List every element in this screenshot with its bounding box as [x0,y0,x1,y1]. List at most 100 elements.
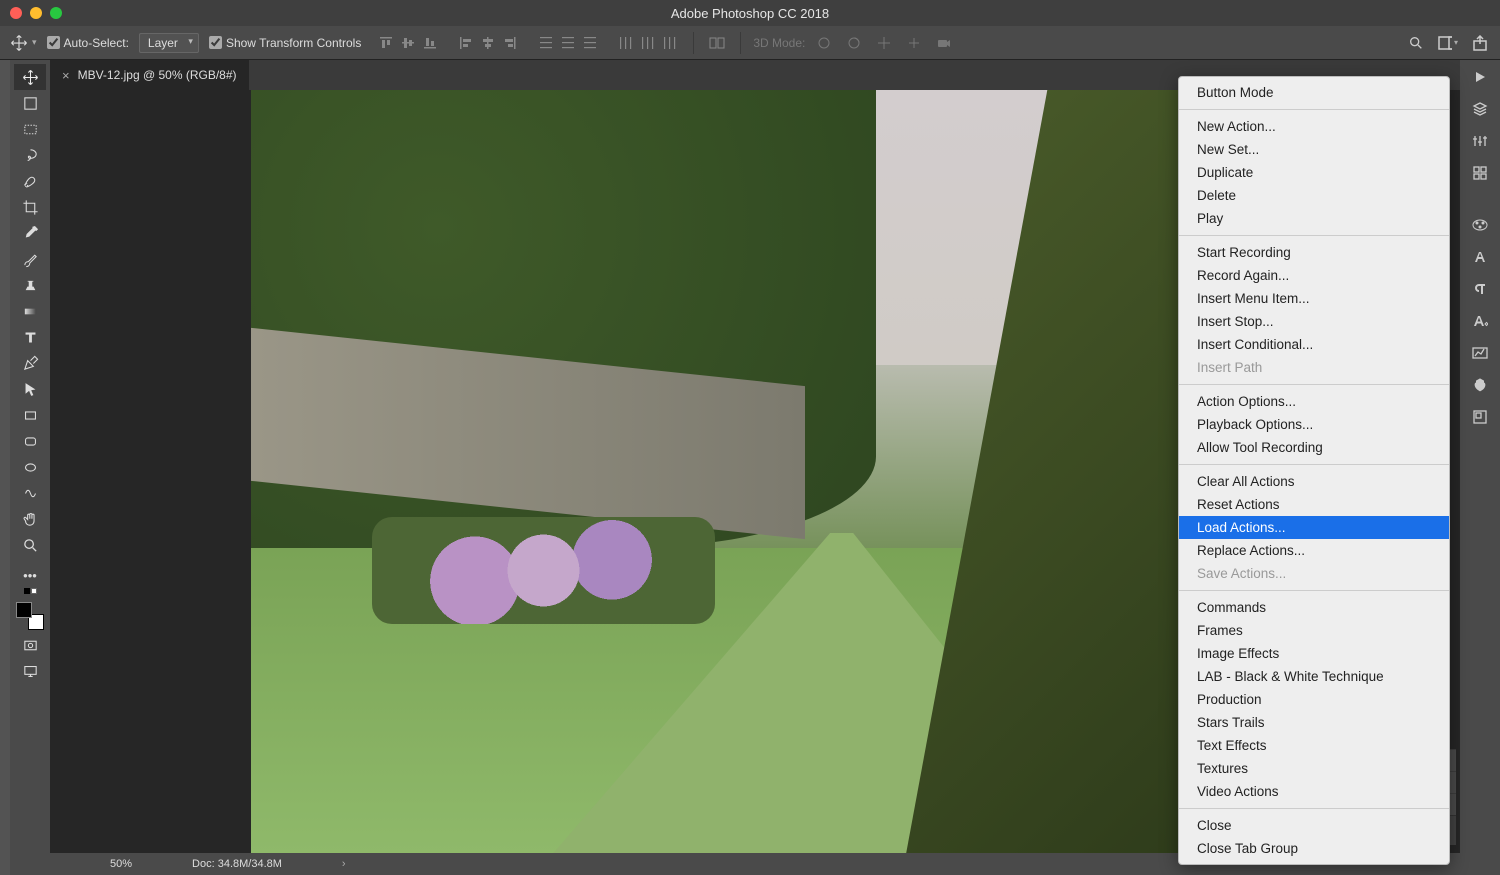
menu-item[interactable]: Insert Conditional... [1179,333,1449,356]
layers-panel-icon[interactable] [1469,98,1491,120]
menu-item[interactable]: Insert Menu Item... [1179,287,1449,310]
menu-item[interactable]: Replace Actions... [1179,539,1449,562]
custom-shape-tool[interactable] [14,480,46,506]
brush-tool[interactable] [14,246,46,272]
menu-item[interactable]: Allow Tool Recording [1179,436,1449,459]
menu-item[interactable]: Button Mode [1179,81,1449,104]
threeD-pan-icon[interactable] [873,32,895,54]
hand-tool[interactable] [14,506,46,532]
document-tab[interactable]: × MBV-12.jpg @ 50% (RGB/8#) [50,60,249,90]
align-bottom-icon[interactable] [419,32,441,54]
zoom-tool[interactable] [14,532,46,558]
rectangular-marquee-tool[interactable] [14,116,46,142]
menu-item[interactable]: Commands [1179,596,1449,619]
menu-item[interactable]: Load Actions... [1179,516,1449,539]
menu-item[interactable]: Production [1179,688,1449,711]
align-hcenter-icon[interactable] [477,32,499,54]
window-maximize-button[interactable] [50,7,62,19]
workspace-icon[interactable]: ▾ [1438,33,1458,53]
artboard-tool[interactable] [14,90,46,116]
distribute-right-icon[interactable] [659,32,681,54]
menu-item[interactable]: New Set... [1179,138,1449,161]
navigator-panel-icon[interactable] [1469,406,1491,428]
gradient-tool[interactable] [14,298,46,324]
distribute-top-icon[interactable] [535,32,557,54]
pen-tool[interactable] [14,350,46,376]
distribute-vcenter-icon[interactable] [557,32,579,54]
menu-item[interactable]: New Action... [1179,115,1449,138]
window-minimize-button[interactable] [30,7,42,19]
histogram-panel-icon[interactable] [1469,342,1491,364]
document-canvas[interactable] [251,90,1259,853]
cc-libraries-panel-icon[interactable] [1469,374,1491,396]
menu-item[interactable]: Clear All Actions [1179,470,1449,493]
actions-panel-icon[interactable] [1469,66,1491,88]
menu-item[interactable]: Textures [1179,757,1449,780]
share-icon[interactable] [1470,33,1490,53]
ellipse-tool[interactable] [14,454,46,480]
type-tool[interactable] [14,324,46,350]
layer-select[interactable]: Layer ▾ [139,33,199,53]
show-transform-checkbox[interactable]: Show Transform Controls [209,36,361,50]
move-tool-indicator[interactable]: ▾ [10,34,37,52]
quick-mask-tool[interactable] [14,632,46,658]
close-tab-icon[interactable]: × [62,68,70,83]
zoom-level[interactable]: 50% [110,858,132,870]
rounded-rectangle-tool[interactable] [14,428,46,454]
default-colors-icon[interactable] [24,588,37,594]
menu-separator [1179,464,1449,465]
align-left-icon[interactable] [455,32,477,54]
align-vcenter-icon[interactable] [397,32,419,54]
menu-item[interactable]: Play [1179,207,1449,230]
threeD-slide-icon[interactable] [903,32,925,54]
threeD-camera-icon[interactable] [933,32,955,54]
foreground-background-swatch[interactable] [16,602,44,630]
color-panel-icon[interactable] [1469,214,1491,236]
menu-item[interactable]: Record Again... [1179,264,1449,287]
properties-panel-icon[interactable] [1469,162,1491,184]
menu-item[interactable]: Stars Trails [1179,711,1449,734]
distribute-bottom-icon[interactable] [579,32,601,54]
crop-tool[interactable] [14,194,46,220]
align-top-icon[interactable] [375,32,397,54]
path-selection-tool[interactable] [14,376,46,402]
menu-item[interactable]: Playback Options... [1179,413,1449,436]
edit-toolbar[interactable]: ••• [14,562,46,588]
menu-item[interactable]: Start Recording [1179,241,1449,264]
move-tool[interactable] [14,64,46,90]
menu-item[interactable]: Frames [1179,619,1449,642]
quick-selection-tool[interactable] [14,168,46,194]
threeD-roll-icon[interactable] [843,32,865,54]
menu-item[interactable]: Text Effects [1179,734,1449,757]
screen-mode-tool[interactable] [14,658,46,684]
eyedropper-tool[interactable] [14,220,46,246]
menu-item[interactable]: Video Actions [1179,780,1449,803]
adjustments-panel-icon[interactable] [1469,130,1491,152]
tool-strip-collapse[interactable] [0,60,10,875]
window-close-button[interactable] [10,7,22,19]
menu-item[interactable]: Reset Actions [1179,493,1449,516]
lasso-tool[interactable] [14,142,46,168]
menu-item[interactable]: Close Tab Group [1179,837,1449,860]
align-right-icon[interactable] [499,32,521,54]
threeD-orbit-icon[interactable] [813,32,835,54]
menu-item[interactable]: Image Effects [1179,642,1449,665]
menu-item[interactable]: Delete [1179,184,1449,207]
menu-item[interactable]: Duplicate [1179,161,1449,184]
menu-item[interactable]: Insert Stop... [1179,310,1449,333]
menu-item[interactable]: LAB - Black & White Technique [1179,665,1449,688]
clone-stamp-tool[interactable] [14,272,46,298]
rectangle-tool[interactable] [14,402,46,428]
character-panel-icon[interactable] [1469,246,1491,268]
auto-select-checkbox[interactable]: Auto-Select: [47,36,129,50]
paragraph-panel-icon[interactable] [1469,278,1491,300]
doc-info-chevron-icon[interactable]: › [342,858,346,870]
doc-info[interactable]: Doc: 34.8M/34.8M [192,858,282,870]
search-icon[interactable] [1406,33,1426,53]
auto-align-icon[interactable] [706,32,728,54]
glyphs-panel-icon[interactable] [1469,310,1491,332]
menu-item[interactable]: Action Options... [1179,390,1449,413]
distribute-hcenter-icon[interactable] [637,32,659,54]
menu-item[interactable]: Close [1179,814,1449,837]
distribute-left-icon[interactable] [615,32,637,54]
